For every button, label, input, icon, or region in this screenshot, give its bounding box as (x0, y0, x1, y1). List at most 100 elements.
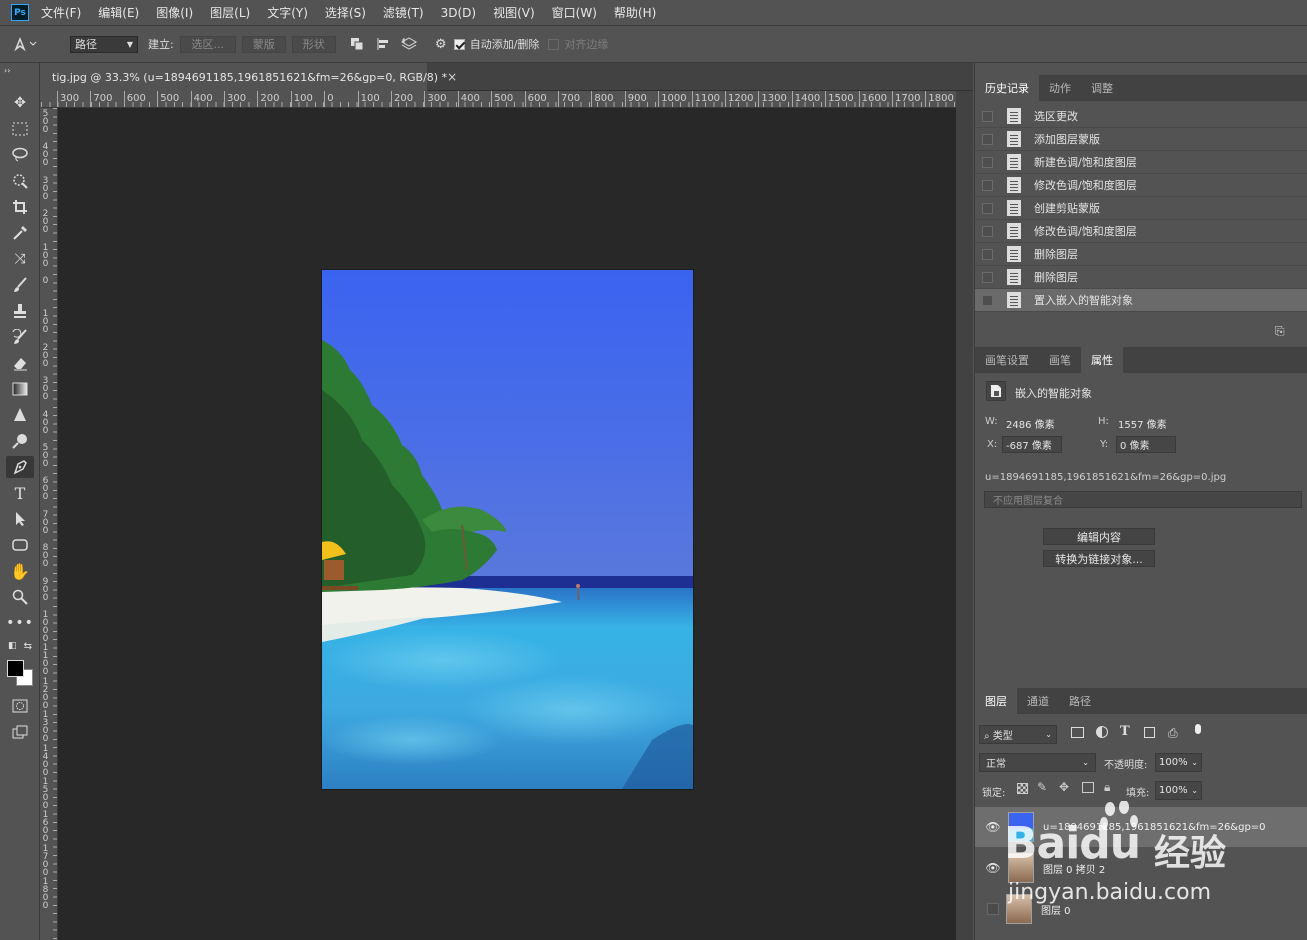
filter-shape-icon[interactable] (1144, 727, 1155, 738)
type-tool-icon[interactable]: T (6, 482, 34, 504)
menu-window[interactable]: 窗口(W) (552, 4, 597, 21)
horizontal-ruler[interactable]: 300 700 600 500 400 300 200 100 0 100 200 300 400 500… (41, 91, 956, 108)
layer-row[interactable]: 图层 0 (975, 889, 1307, 929)
hand-tool-icon[interactable]: ✋ (6, 560, 34, 582)
more-tools-icon[interactable]: ••• (6, 612, 34, 634)
tab-history[interactable]: 历史记录 (975, 75, 1039, 101)
menu-layer[interactable]: 图层(L) (210, 4, 250, 21)
menu-file[interactable]: 文件(F) (41, 4, 81, 21)
document-image-beach[interactable] (322, 270, 693, 789)
history-checkbox[interactable] (982, 110, 993, 122)
make-mask-button[interactable]: 蒙版 (241, 35, 286, 53)
history-item[interactable]: 修改色调/饱和度图层 (975, 220, 1307, 243)
history-item[interactable]: 创建剪贴蒙版 (975, 197, 1307, 220)
eraser-tool-icon[interactable] (6, 352, 34, 374)
menu-filter[interactable]: 滤镜(T) (383, 4, 424, 21)
history-checkbox[interactable] (982, 294, 993, 306)
layer-row[interactable]: 👁︎ u=1894691185,1961851621&fm=26&gp=0 (975, 807, 1307, 847)
pen-mode-select[interactable]: 路径 ▼ (70, 35, 138, 53)
menu-select[interactable]: 选择(S) (325, 4, 366, 21)
width-value[interactable]: 2486 像素 (1006, 416, 1055, 431)
history-item[interactable]: 修改色调/饱和度图层 (975, 174, 1307, 197)
history-item[interactable]: 删除图层 (975, 266, 1307, 289)
align-edges-checkbox[interactable] (548, 38, 560, 50)
rectangle-tool-icon[interactable] (6, 534, 34, 556)
history-item[interactable]: 删除图层 (975, 243, 1307, 266)
eye-icon[interactable]: 👁︎ (985, 861, 1001, 875)
tab-channels[interactable]: 通道 (1017, 688, 1059, 714)
blur-tool-icon[interactable] (6, 404, 34, 426)
tab-layers[interactable]: 图层 (975, 688, 1017, 714)
lock-transparent-icon[interactable] (1017, 783, 1028, 794)
filter-toggle-icon[interactable] (1195, 724, 1201, 734)
quick-selection-tool-icon[interactable] (6, 170, 34, 192)
lasso-tool-icon[interactable] (6, 144, 34, 166)
eye-icon[interactable]: 👁︎ (985, 820, 1001, 834)
menu-3d[interactable]: 3D(D) (441, 6, 476, 20)
path-selection-tool-icon[interactable] (6, 508, 34, 530)
layer-filter-select[interactable]: ⌕ 类型 ⌄ (979, 725, 1057, 744)
filter-adjustment-icon[interactable] (1096, 726, 1108, 738)
clone-stamp-tool-icon[interactable] (6, 300, 34, 322)
lock-all-icon[interactable]: 🔒︎ (1104, 780, 1110, 795)
tab-actions[interactable]: 动作 (1039, 75, 1081, 101)
filter-type-icon[interactable]: T (1120, 724, 1130, 739)
layer-comp-select[interactable]: 不应用图层复合 (984, 491, 1302, 508)
x-position-field[interactable]: -687 像素 (1002, 436, 1062, 453)
zoom-tool-icon[interactable] (6, 586, 34, 608)
y-position-field[interactable]: 0 像素 (1116, 436, 1176, 453)
pen-tool-active-icon[interactable] (6, 456, 34, 478)
opacity-field[interactable]: 100% ⌄ (1155, 753, 1202, 772)
close-icon[interactable]: × (447, 70, 457, 84)
history-checkbox[interactable] (982, 225, 993, 237)
history-item[interactable]: 选区更改 (975, 105, 1307, 128)
menu-help[interactable]: 帮助(H) (614, 4, 656, 21)
vertical-ruler[interactable]: 500 400 300 200 100 0 100 200 300 400 500 600 700 800… (41, 108, 58, 940)
menu-type[interactable]: 文字(Y) (267, 4, 308, 21)
tab-properties[interactable]: 属性 (1081, 347, 1123, 373)
rectangular-marquee-tool-icon[interactable] (6, 118, 34, 140)
screen-mode-icon[interactable] (6, 721, 34, 743)
path-arrangement-icon[interactable] (396, 31, 422, 57)
height-value[interactable]: 1557 像素 (1118, 416, 1167, 431)
edit-contents-button[interactable]: 编辑内容 (1043, 528, 1155, 545)
visibility-toggle-off[interactable] (987, 903, 999, 915)
convert-to-linked-button[interactable]: 转换为链接对象... (1043, 550, 1155, 567)
quick-mask-icon[interactable] (6, 695, 34, 717)
blend-mode-select[interactable]: 正常 ⌄ (979, 753, 1096, 772)
collapse-panel-icon[interactable]: ›› (4, 65, 32, 75)
history-checkbox[interactable] (982, 179, 993, 191)
eyedropper-tool-icon[interactable] (6, 222, 34, 244)
history-checkbox[interactable] (982, 248, 993, 260)
gradient-tool-icon[interactable] (6, 378, 34, 400)
menu-view[interactable]: 视图(V) (493, 4, 535, 21)
move-tool-icon[interactable]: ✥ (6, 92, 34, 114)
fill-field[interactable]: 100% ⌄ (1155, 781, 1202, 800)
history-checkbox[interactable] (982, 202, 993, 214)
tab-brushes[interactable]: 画笔 (1039, 347, 1081, 373)
history-checkbox[interactable] (982, 133, 993, 145)
new-snapshot-icon[interactable]: ⎘ (1275, 324, 1285, 339)
lock-artboard-icon[interactable] (1082, 782, 1094, 793)
auto-add-delete-checkbox[interactable] (453, 38, 465, 50)
history-item[interactable]: 添加图层蒙版 (975, 128, 1307, 151)
foreground-color-swatch[interactable] (7, 660, 24, 677)
tab-paths[interactable]: 路径 (1059, 688, 1101, 714)
canvas-scrollbar[interactable] (956, 91, 973, 940)
brush-tool-icon[interactable] (6, 274, 34, 296)
menu-image[interactable]: 图像(I) (156, 4, 193, 21)
document-tab[interactable]: tig.jpg @ 33.3% (u=1894691185,1961851621… (41, 63, 457, 91)
make-shape-button[interactable]: 形状 (291, 35, 336, 53)
tab-brush-settings[interactable]: 画笔设置 (975, 347, 1039, 373)
history-checkbox[interactable] (982, 156, 993, 168)
dodge-tool-icon[interactable] (6, 430, 34, 452)
history-checkbox[interactable] (982, 271, 993, 283)
history-item-selected[interactable]: 置入嵌入的智能对象 (975, 289, 1307, 312)
filter-smart-object-icon[interactable]: ⎙ (1168, 726, 1178, 741)
menu-edit[interactable]: 编辑(E) (98, 4, 139, 21)
path-operations-icon[interactable] (344, 31, 370, 57)
crop-tool-icon[interactable] (6, 196, 34, 218)
history-brush-tool-icon[interactable] (6, 326, 34, 348)
lock-image-icon[interactable]: ✎ (1037, 780, 1047, 794)
filter-pixel-icon[interactable] (1071, 727, 1084, 738)
